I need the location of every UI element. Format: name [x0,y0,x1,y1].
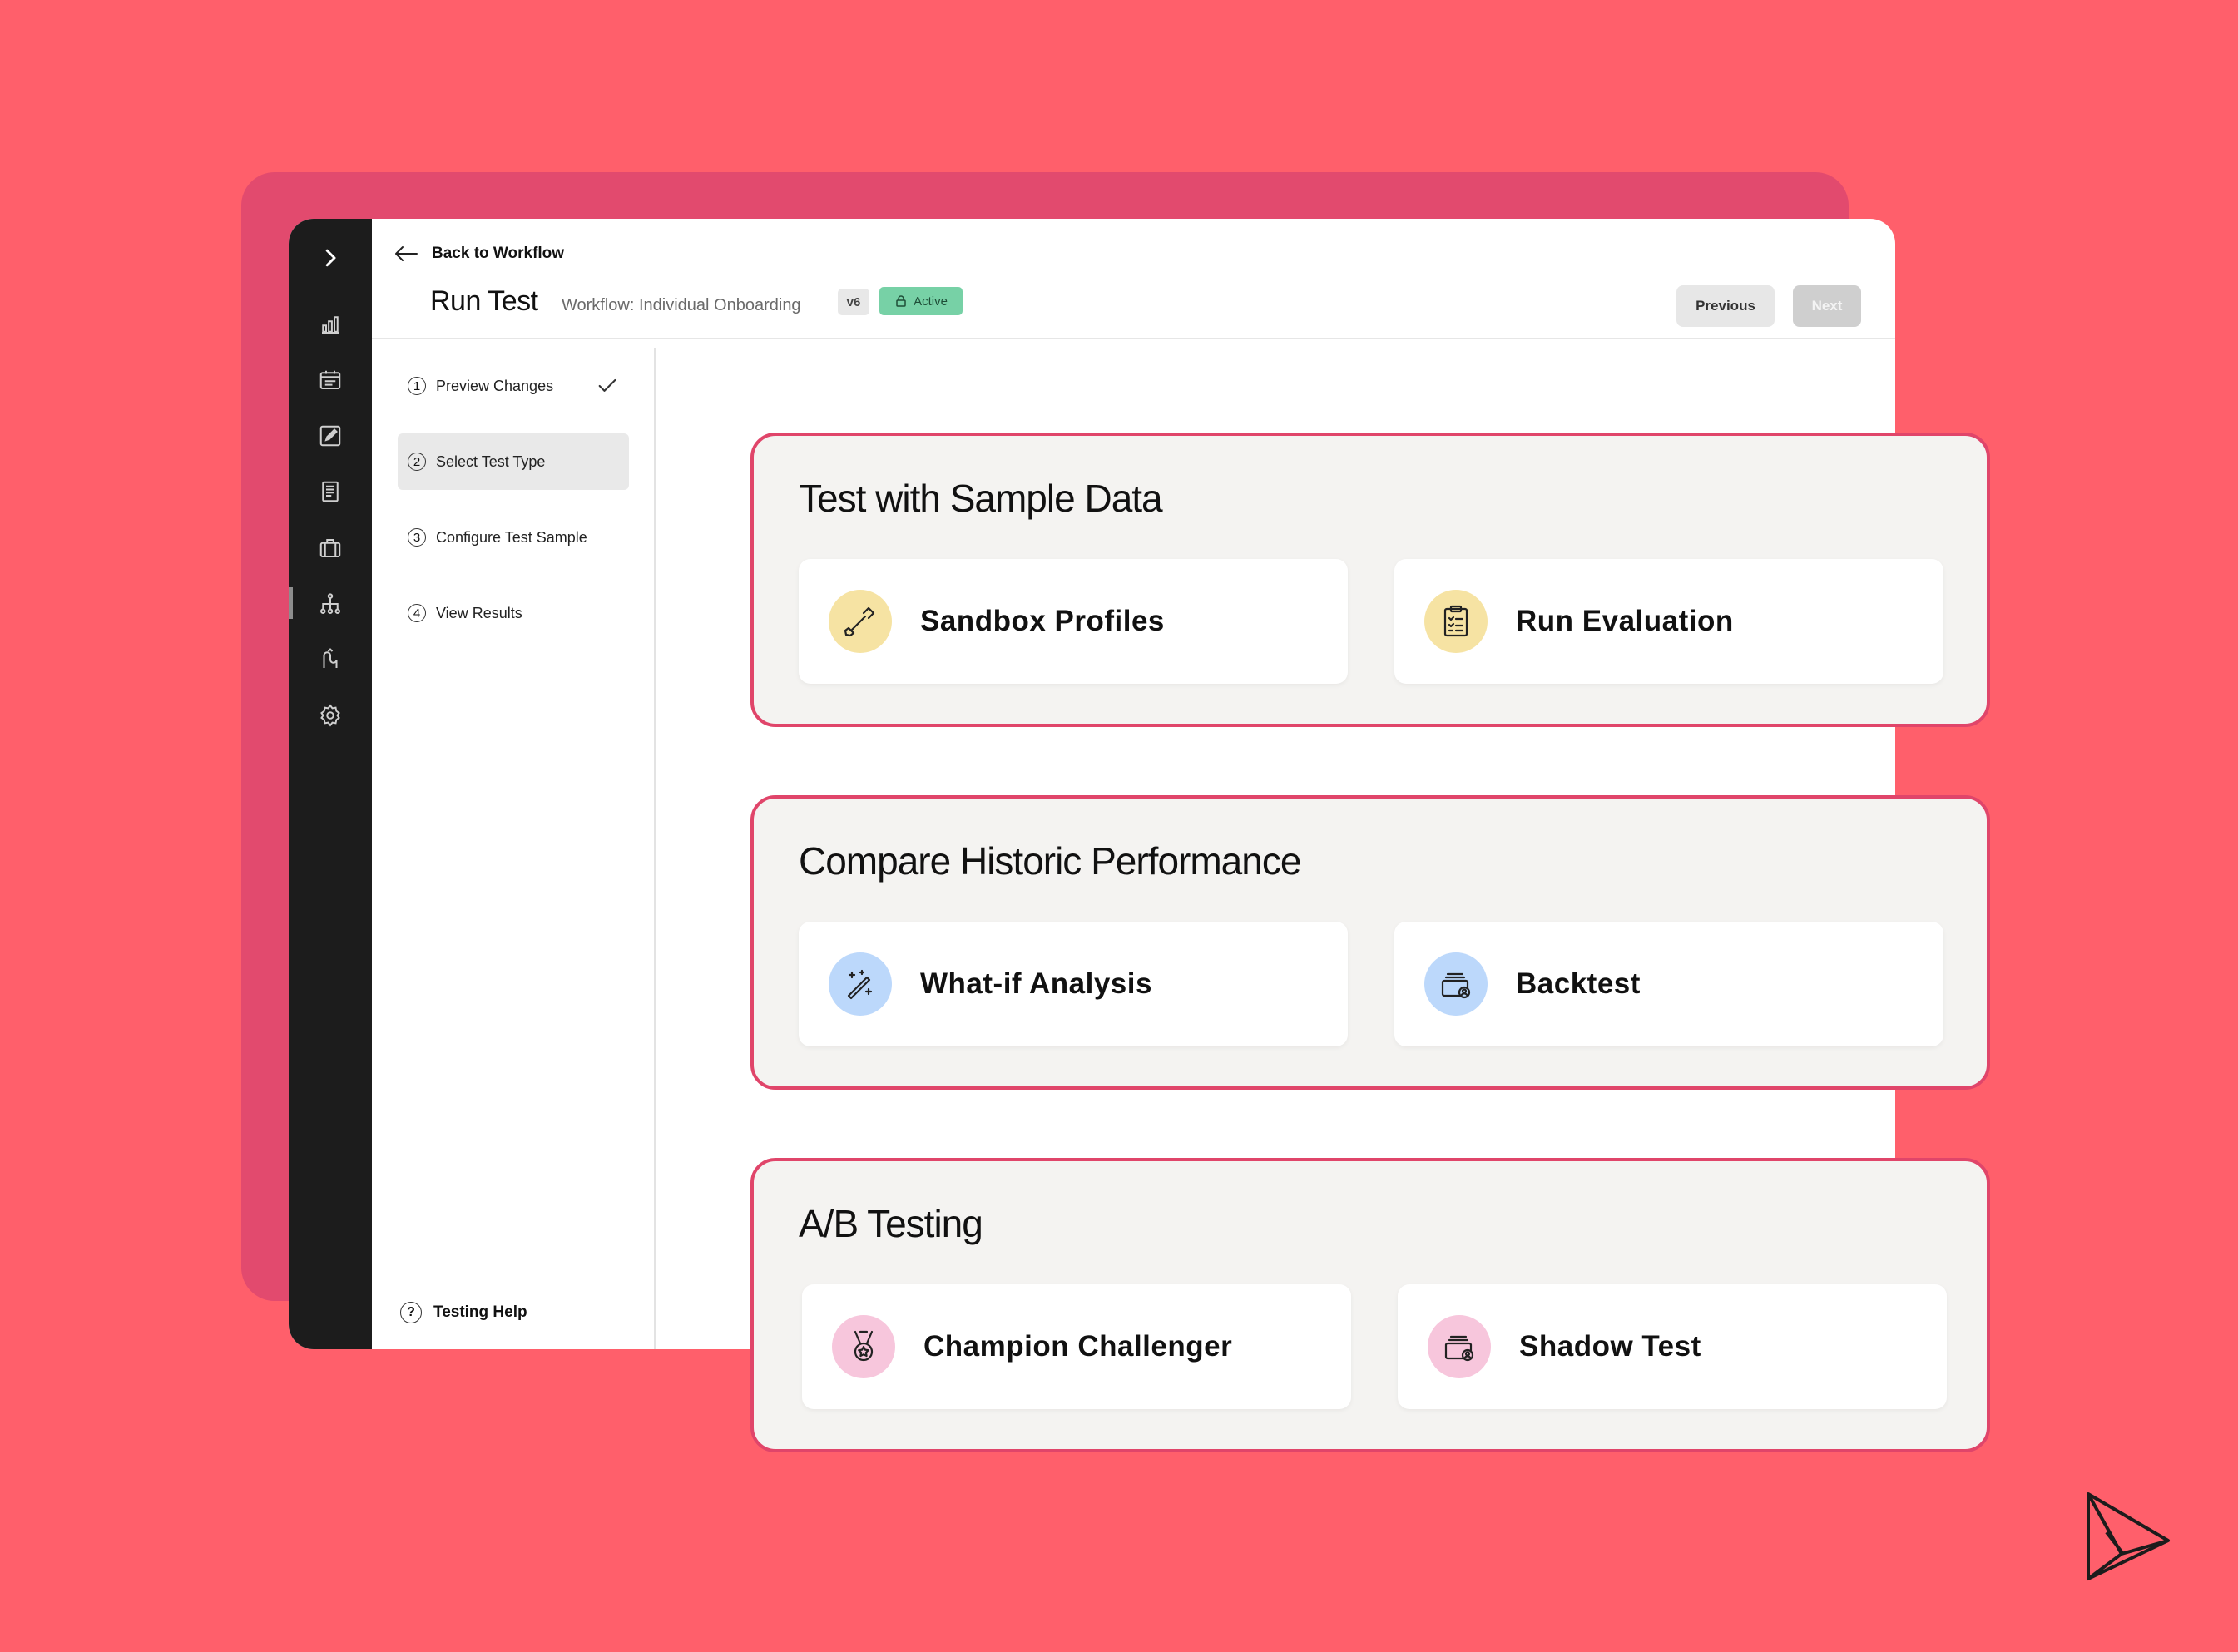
step-label: Configure Test Sample [436,528,587,546]
help-label: Testing Help [433,1303,527,1321]
active-indicator [289,587,293,619]
arrow-left-icon [395,246,418,261]
option-label: What-if Analysis [920,967,1152,1000]
list-icon[interactable] [312,362,349,398]
option-label: Champion Challenger [923,1330,1233,1363]
step-label: View Results [436,604,522,621]
chevron-right-icon[interactable] [312,240,349,276]
page-title: Run Test [430,285,538,317]
option-label: Shadow Test [1519,1330,1701,1363]
status-label: Active [914,294,948,309]
option-label: Run Evaluation [1516,605,1734,637]
step-number: 3 [408,528,426,547]
check-icon [598,378,616,392]
clipboard-checklist-icon [1424,590,1488,653]
medal-icon [832,1315,895,1378]
step-configure-test-sample[interactable]: 3 Configure Test Sample [398,509,629,566]
briefcase-icon[interactable] [312,530,349,566]
section-compare-historic-performance: Compare Historic Performance What-if Ana… [750,795,1990,1090]
magic-wand-icon [829,952,892,1016]
edit-icon[interactable] [312,418,349,454]
next-button[interactable]: Next [1793,285,1861,327]
step-number: 2 [408,453,426,471]
option-sandbox-profiles[interactable]: Sandbox Profiles [799,559,1348,684]
version-badge: v6 [838,289,869,315]
lock-icon [896,295,906,307]
status-badge: Active [879,287,963,315]
bar-chart-icon[interactable] [312,306,349,343]
step-number: 1 [408,377,426,395]
gear-icon[interactable] [312,697,349,734]
option-what-if-analysis[interactable]: What-if Analysis [799,922,1348,1046]
testing-help-link[interactable]: ? Testing Help [400,1302,527,1323]
hierarchy-icon[interactable] [312,586,349,622]
step-number: 4 [408,604,426,622]
option-backtest[interactable]: Backtest [1394,922,1943,1046]
previous-button[interactable]: Previous [1676,285,1775,327]
option-champion-challenger[interactable]: Champion Challenger [802,1284,1351,1409]
step-preview-changes[interactable]: 1 Preview Changes [398,358,629,414]
step-select-test-type[interactable]: 2 Select Test Type [398,433,629,490]
steps-divider [654,348,656,1349]
section-title: Test with Sample Data [799,477,1163,520]
option-run-evaluation[interactable]: Run Evaluation [1394,559,1943,684]
option-label: Backtest [1516,967,1641,1000]
section-ab-testing: A/B Testing Champion Challenger Shadow T… [750,1158,1990,1452]
back-to-workflow-link[interactable]: Back to Workflow [394,237,564,270]
document-icon[interactable] [312,473,349,510]
step-view-results[interactable]: 4 View Results [398,585,629,641]
brand-logo-icon [2087,1492,2170,1580]
section-test-with-sample-data: Test with Sample Data Sandbox Profiles R… [750,433,1990,727]
section-title: A/B Testing [799,1202,983,1245]
workflow-name: Workflow: Individual Onboarding [562,296,801,314]
back-label: Back to Workflow [432,245,565,262]
step-label: Preview Changes [436,377,554,394]
shovel-icon [829,590,892,653]
step-label: Select Test Type [436,453,546,470]
sidebar [289,219,372,1349]
header-divider [372,338,1895,339]
branch-icon[interactable] [312,641,349,678]
question-icon: ? [400,1302,422,1323]
section-title: Compare Historic Performance [799,839,1301,883]
option-label: Sandbox Profiles [920,605,1165,637]
option-shadow-test[interactable]: Shadow Test [1398,1284,1947,1409]
profile-stack-icon [1424,952,1488,1016]
profile-stack-icon [1428,1315,1491,1378]
